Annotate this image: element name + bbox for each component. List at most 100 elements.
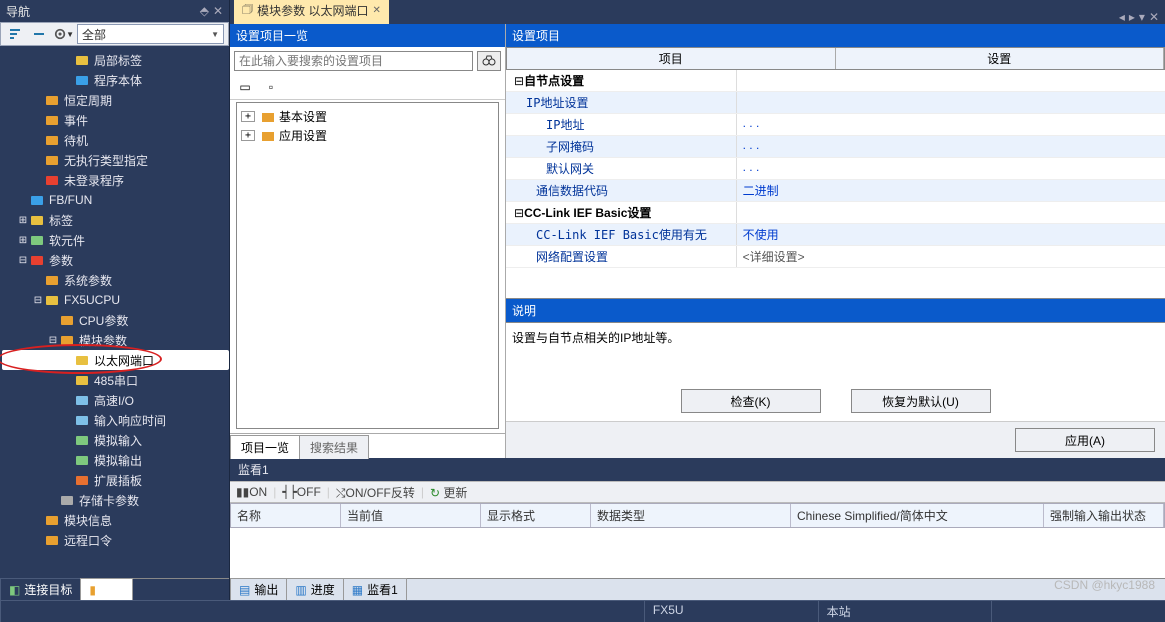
tree-item-ser[interactable]: 485串口 — [2, 370, 229, 390]
tree-item-tag[interactable]: 局部标签 — [2, 50, 229, 70]
tab-next-icon[interactable]: ▸ — [1129, 10, 1135, 24]
watch-body[interactable] — [230, 528, 1165, 578]
close-icon[interactable]: ✕ — [213, 4, 223, 18]
tree-item-ain[interactable]: 模拟输入 — [2, 430, 229, 450]
tree-item-io[interactable]: 高速I/O — [2, 390, 229, 410]
resp-icon — [74, 412, 90, 428]
tree-item-exp[interactable]: 扩展插板 — [2, 470, 229, 490]
setting-row[interactable]: 通信数据代码二进制 — [506, 180, 1165, 202]
tree-item-timer[interactable]: 恒定周期 — [2, 90, 229, 110]
collapse-button[interactable]: ▫ — [260, 77, 282, 97]
watch-col-format[interactable]: 显示格式 — [481, 504, 591, 527]
param-tree-item[interactable]: +应用设置 — [241, 126, 494, 145]
tab-output[interactable]: ▤输出 — [230, 578, 287, 601]
watch-col-lang[interactable]: Chinese Simplified/简体中文 — [791, 504, 1044, 527]
watch-col-name[interactable]: 名称 — [231, 504, 341, 527]
nav-toolbar: ▼ 全部 ▼ — [0, 22, 229, 46]
expander-icon[interactable]: + — [241, 130, 255, 141]
setting-label: IP地址设置 — [506, 92, 737, 113]
tab-watch1[interactable]: ▦监看1 — [343, 578, 407, 601]
param-tree-item[interactable]: +基本设置 — [241, 107, 494, 126]
watch-update-button[interactable]: ↻ 更新 — [430, 484, 467, 501]
watch-col-value[interactable]: 当前值 — [341, 504, 481, 527]
watch-off-button[interactable]: ┥┝OFF — [282, 485, 320, 499]
tree-item-info[interactable]: 模块信息 — [2, 510, 229, 530]
tab-search-result[interactable]: 搜索结果 — [299, 435, 369, 459]
search-input[interactable] — [234, 51, 473, 71]
tree-item-eth[interactable]: 以太网端口 — [2, 350, 229, 370]
tree-item-fb[interactable]: FB/FUN — [2, 190, 229, 210]
setting-row[interactable]: IP地址. . . — [506, 114, 1165, 136]
tree-item-dev[interactable]: ⊞软元件 — [2, 230, 229, 250]
tree-item-code[interactable]: 程序本体 — [2, 70, 229, 90]
tab-close-all-icon[interactable]: ✕ — [1149, 10, 1159, 24]
apply-button[interactable]: 应用(A) — [1015, 428, 1155, 452]
setting-value[interactable] — [737, 92, 1165, 113]
expander-icon[interactable]: ⊞ — [17, 215, 29, 226]
expander-icon[interactable]: ⊟ — [17, 255, 29, 266]
watch-col-force[interactable]: 强制输入输出状态 — [1044, 504, 1164, 527]
restore-default-button[interactable]: 恢复为默认(U) — [851, 389, 991, 413]
tab-progress[interactable]: ▥进度 — [286, 578, 343, 601]
settings-grid[interactable]: ⊟ 自节点设置IP地址设置IP地址. . . 子网掩码. . . 默认网关. .… — [506, 70, 1165, 298]
tree-item-sd[interactable]: 存储卡参数 — [2, 490, 229, 510]
setting-row[interactable]: 子网掩码. . . — [506, 136, 1165, 158]
setting-row[interactable]: ⊟ 自节点设置 — [506, 70, 1165, 92]
doc-tab-ethernet[interactable]: 🗇 模块参数 以太网端口 ✕ — [234, 0, 389, 24]
tree-item-tag2[interactable]: ⊞标签 — [2, 210, 229, 230]
tree-item-mod[interactable]: ⊟模块参数 — [2, 330, 229, 350]
setting-value[interactable]: . . . — [737, 158, 1165, 179]
tree-item-pw[interactable]: 远程口令 — [2, 530, 229, 550]
tab-navigation[interactable]: ▮ 导航 — [80, 578, 133, 601]
pin-icon[interactable]: ⬘ — [200, 4, 209, 18]
expander-icon[interactable]: + — [241, 111, 255, 122]
output-icon: ▤ — [239, 583, 250, 597]
param-icon — [29, 252, 45, 268]
setting-row[interactable]: ⊟ CC-Link IEF Basic设置 — [506, 202, 1165, 224]
setting-value[interactable]: 不使用 — [737, 224, 1165, 245]
close-icon[interactable]: ✕ — [372, 5, 380, 16]
tab-item-list[interactable]: 项目一览 — [230, 435, 300, 459]
expand-button[interactable]: ▭ — [234, 77, 256, 97]
setting-value[interactable] — [737, 70, 1165, 91]
settings-button[interactable]: ▼ — [53, 24, 75, 44]
tree-item-param[interactable]: ⊟参数 — [2, 250, 229, 270]
tab-connect-target[interactable]: ◧ 连接目标 — [0, 578, 81, 601]
tree-item-resp[interactable]: 输入响应时间 — [2, 410, 229, 430]
filter-combo[interactable]: 全部 ▼ — [77, 24, 224, 44]
sort-button[interactable] — [5, 24, 27, 44]
watch-title: 监看1 — [230, 458, 1165, 481]
target-icon: ◧ — [9, 583, 20, 597]
expander-icon[interactable]: ⊟ — [47, 335, 59, 346]
watch-col-datatype[interactable]: 数据类型 — [591, 504, 791, 527]
tree-item-event[interactable]: 事件 — [2, 110, 229, 130]
setting-value[interactable]: . . . — [737, 114, 1165, 135]
setting-value[interactable]: . . . — [737, 136, 1165, 157]
tree-item-cpu[interactable]: ⊟FX5UCPU — [2, 290, 229, 310]
check-button[interactable]: 检查(K) — [681, 389, 821, 413]
tree-item-cpu2[interactable]: CPU参数 — [2, 310, 229, 330]
watch-toggle-button[interactable]: ⤭ON/OFF反转 — [336, 484, 415, 501]
folder-icon — [261, 110, 275, 124]
setting-row[interactable]: IP地址设置 — [506, 92, 1165, 114]
setting-row[interactable]: 默认网关. . . — [506, 158, 1165, 180]
tree-item-unreg[interactable]: 未登录程序 — [2, 170, 229, 190]
collapse-button[interactable] — [29, 24, 51, 44]
nav-tree[interactable]: 局部标签程序本体恒定周期事件待机无执行类型指定未登录程序FB/FUN⊞标签⊞软元… — [0, 46, 229, 578]
setting-value[interactable]: 二进制 — [737, 180, 1165, 201]
search-button[interactable] — [477, 51, 501, 71]
watch-on-button[interactable]: ▮▮ON — [236, 485, 267, 499]
setting-row[interactable]: CC-Link IEF Basic使用有无不使用 — [506, 224, 1165, 246]
setting-value[interactable] — [737, 202, 1165, 223]
tree-item-sys[interactable]: 系统参数 — [2, 270, 229, 290]
tree-item-notype[interactable]: 无执行类型指定 — [2, 150, 229, 170]
tab-menu-icon[interactable]: ▾ — [1139, 10, 1145, 24]
tab-prev-icon[interactable]: ◂ — [1119, 10, 1125, 24]
setting-value[interactable]: <详细设置> — [737, 246, 1165, 267]
expander-icon[interactable]: ⊞ — [17, 235, 29, 246]
tree-item-aout[interactable]: 模拟输出 — [2, 450, 229, 470]
tree-item-wait[interactable]: 待机 — [2, 130, 229, 150]
expander-icon[interactable]: ⊟ — [32, 295, 44, 306]
param-tree[interactable]: +基本设置+应用设置 — [236, 102, 499, 429]
setting-row[interactable]: 网络配置设置<详细设置> — [506, 246, 1165, 268]
